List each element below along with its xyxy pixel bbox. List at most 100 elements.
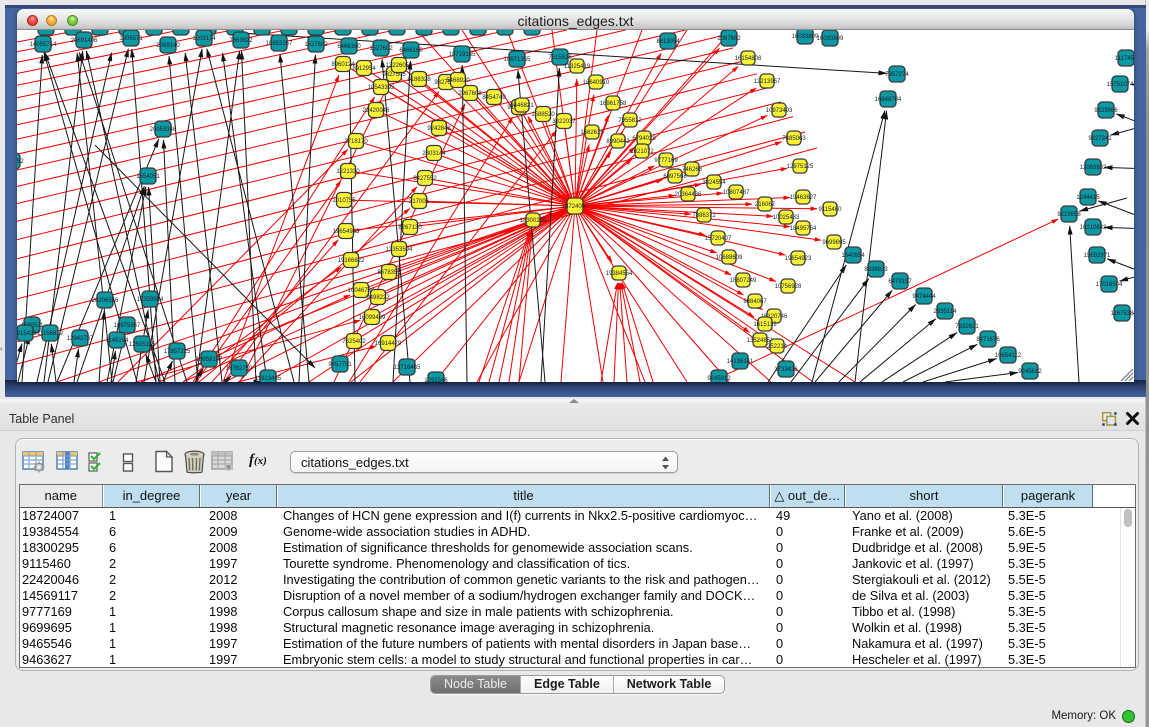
svg-text:10807487: 10807487 (723, 190, 750, 196)
svg-text:17359924: 17359924 (137, 297, 164, 303)
svg-text:6897568: 6897568 (663, 174, 687, 180)
svg-text:6794028: 6794028 (632, 136, 656, 142)
svg-text:18640910: 18640910 (583, 80, 610, 86)
svg-text:1621072: 1621072 (630, 149, 654, 155)
svg-text:16961758: 16961758 (600, 101, 627, 107)
svg-text:18724007: 18724007 (562, 204, 589, 210)
svg-text:22420046: 22420046 (363, 108, 390, 114)
svg-text:20691406: 20691406 (71, 38, 98, 44)
svg-text:18495764: 18495764 (790, 226, 817, 232)
svg-text:7357274: 7357274 (885, 72, 909, 78)
svg-text:1562615: 1562615 (580, 130, 604, 136)
svg-text:9699695: 9699695 (822, 240, 846, 246)
svg-text:2718170: 2718170 (344, 139, 368, 145)
svg-text:11325419: 11325419 (564, 64, 591, 70)
svg-text:10958107: 10958107 (196, 357, 223, 363)
svg-text:13353594: 13353594 (386, 247, 413, 253)
svg-text:1527602: 1527602 (304, 42, 328, 48)
svg-text:17857225: 17857225 (164, 349, 191, 355)
svg-text:16033809: 16033809 (792, 34, 819, 40)
svg-text:10671355: 10671355 (504, 57, 531, 63)
svg-text:12942737: 12942737 (67, 336, 94, 342)
svg-text:10543392: 10543392 (368, 85, 395, 91)
svg-text:7625402: 7625402 (342, 339, 366, 345)
svg-text:8990443: 8990443 (606, 139, 630, 145)
svg-text:317006: 317006 (409, 199, 430, 205)
svg-text:2967608: 2967608 (458, 91, 482, 97)
svg-text:15692971: 15692971 (1084, 253, 1111, 259)
svg-text:19463627: 19463627 (790, 195, 817, 201)
svg-text:16782759: 16782759 (226, 366, 253, 372)
svg-text:1117453: 1117453 (1115, 56, 1134, 62)
svg-text:1010755: 1010755 (332, 198, 356, 204)
svg-text:11156819: 11156819 (37, 331, 63, 337)
svg-text:2935114: 2935114 (934, 309, 958, 315)
svg-text:5468920: 5468920 (446, 78, 470, 84)
svg-text:2626052: 2626052 (17, 159, 24, 165)
svg-text:13716465: 13716465 (394, 365, 421, 371)
svg-text:7515526: 7515526 (548, 55, 572, 61)
svg-text:16914479: 16914479 (375, 341, 402, 347)
svg-text:8878352: 8878352 (377, 270, 401, 276)
svg-text:19654933: 19654933 (333, 229, 360, 235)
svg-text:1292346: 1292346 (424, 378, 448, 382)
svg-text:6466160: 6466160 (399, 48, 423, 54)
svg-text:9242848: 9242848 (427, 126, 451, 132)
svg-text:16033809: 16033809 (817, 36, 844, 42)
svg-text:10719185: 10719185 (449, 52, 476, 58)
svg-text:7955812: 7955812 (618, 118, 642, 124)
svg-text:2087682: 2087682 (717, 36, 741, 42)
svg-text:16099489: 16099489 (359, 315, 386, 321)
svg-text:10756928: 10756928 (775, 284, 802, 290)
svg-text:19654923: 19654923 (785, 256, 812, 262)
svg-text:1527602: 1527602 (369, 46, 393, 52)
svg-text:14055714: 14055714 (30, 42, 57, 48)
svg-text:11923465: 11923465 (255, 376, 282, 382)
svg-text:7632621: 7632621 (955, 324, 979, 330)
svg-text:7663822: 7663822 (229, 38, 253, 44)
svg-text:18807249: 18807249 (730, 278, 757, 284)
svg-text:9115460: 9115460 (819, 207, 843, 213)
svg-text:15751074: 15751074 (1107, 82, 1134, 88)
svg-text:12505115: 12505115 (129, 342, 156, 348)
svg-text:1640954: 1640954 (841, 253, 865, 259)
svg-text:9884067: 9884067 (743, 299, 767, 305)
svg-text:9227341: 9227341 (1088, 136, 1112, 142)
svg-text:9329966: 9329966 (1094, 108, 1118, 114)
svg-text:1588520: 1588520 (531, 112, 555, 118)
svg-text:6466160: 6466160 (337, 44, 361, 50)
svg-text:1167538: 1167538 (1111, 311, 1134, 317)
svg-text:10973493: 10973493 (766, 108, 793, 114)
svg-text:3822037: 3822037 (552, 119, 576, 125)
svg-text:9498222: 9498222 (366, 295, 390, 301)
svg-text:746266: 746266 (682, 167, 703, 173)
svg-text:20053346: 20053346 (150, 127, 177, 133)
svg-text:8471676: 8471676 (976, 337, 1000, 343)
svg-text:9457791: 9457791 (328, 362, 352, 368)
svg-text:8938923: 8938923 (864, 267, 888, 273)
svg-text:19384554: 19384554 (606, 271, 633, 277)
svg-text:9777169: 9777169 (654, 158, 678, 164)
svg-text:20206556: 20206556 (92, 298, 119, 304)
svg-text:8813054: 8813054 (656, 39, 680, 45)
svg-text:9474444: 9474444 (912, 294, 936, 300)
svg-text:10025433: 10025433 (773, 215, 800, 221)
svg-text:12213967: 12213967 (754, 79, 781, 85)
svg-text:8427552: 8427552 (413, 176, 437, 182)
svg-text:1244415: 1244415 (1076, 195, 1100, 201)
svg-text:13226058: 13226058 (386, 63, 413, 69)
svg-text:8186328: 8186328 (407, 77, 431, 83)
svg-text:3915426: 3915426 (17, 331, 37, 337)
svg-text:2069140: 2069140 (156, 43, 180, 49)
svg-text:9446821: 9446821 (510, 103, 534, 109)
svg-text:2803144: 2803144 (422, 151, 446, 157)
svg-text:8454749: 8454749 (482, 95, 506, 101)
svg-text:7485063: 7485063 (782, 136, 806, 142)
svg-text:216067: 216067 (755, 202, 776, 208)
svg-text:19166822: 19166822 (338, 258, 365, 264)
svg-text:1615132: 1615132 (753, 322, 777, 328)
svg-text:1145194: 1145194 (106, 338, 130, 344)
svg-text:9245912: 9245912 (707, 376, 731, 382)
svg-text:10853267: 10853267 (266, 41, 293, 47)
svg-text:1733426: 1733426 (774, 367, 798, 373)
